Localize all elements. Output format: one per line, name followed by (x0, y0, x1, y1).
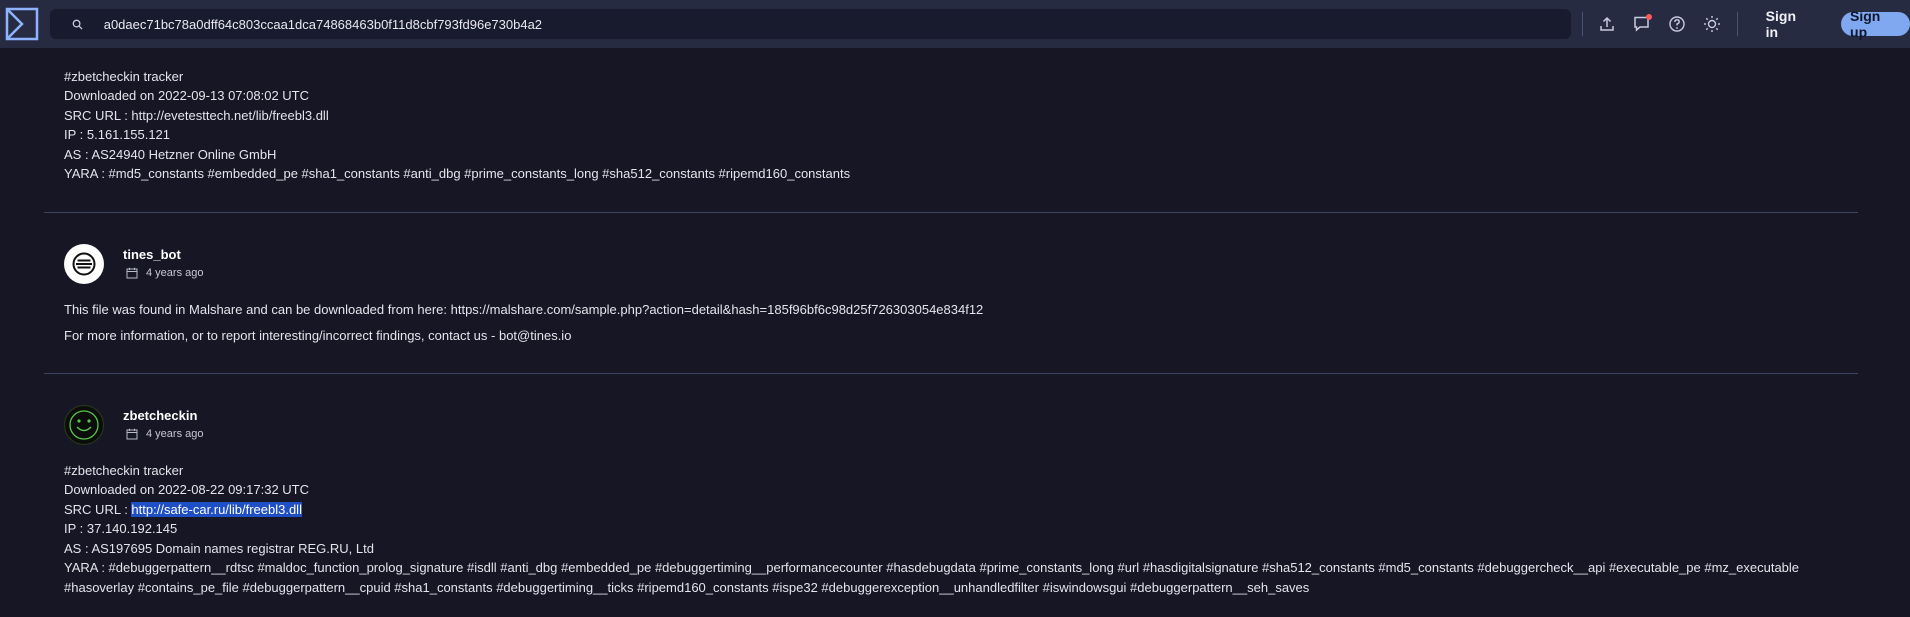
comment-line: Downloaded on 2022-09-13 07:08:02 UTC (64, 88, 310, 103)
avatar[interactable] (64, 405, 104, 445)
comment-line: This file was found in Malshare and can … (64, 302, 984, 317)
sign-in-button[interactable]: Sign in (1766, 8, 1812, 40)
comment-date: 4 years ago (126, 267, 203, 279)
comment-author[interactable]: zbetcheckin (123, 408, 197, 423)
search-box[interactable] (49, 9, 1572, 39)
calendar-icon (126, 428, 138, 440)
upload-icon[interactable] (1596, 13, 1618, 35)
comment-line: AS : AS24940 Hetzner Online GmbH (64, 147, 277, 162)
toolbar-separator (1582, 12, 1584, 36)
virustotal-logo-icon[interactable] (2, 4, 42, 44)
src-url-link[interactable]: http://safe-car.ru/lib/freebl3.dll (131, 502, 302, 517)
tines-logo-icon (72, 252, 96, 276)
help-icon[interactable] (1666, 13, 1688, 35)
comment-line: SRC URL : http://evetesttech.net/lib/fre… (64, 108, 329, 123)
comment-line: Downloaded on 2022-08-22 09:17:32 UTC (64, 482, 310, 497)
comment-line: #zbetcheckin tracker (64, 463, 184, 478)
sign-up-button[interactable]: Sign up (1841, 8, 1910, 40)
comment-line: IP : 37.140.192.145 (64, 521, 178, 536)
toolbar-separator (1736, 12, 1738, 36)
search-input[interactable] (101, 9, 1572, 39)
comment-icon[interactable] (1631, 13, 1653, 35)
comment-time: 4 years ago (146, 428, 204, 440)
smiley-face-icon (69, 410, 99, 440)
comment-author[interactable]: tines_bot (123, 247, 181, 262)
comment-line: #hasoverlay #contains_pe_file #debuggerp… (64, 580, 1310, 595)
comment-line: IP : 5.161.155.121 (64, 127, 171, 142)
search-icon (72, 18, 84, 30)
calendar-icon (126, 267, 138, 279)
src-url-label: SRC URL : (64, 502, 132, 517)
comment-line: #zbetcheckin tracker (64, 69, 184, 84)
notification-dot (1645, 14, 1652, 20)
comment-divider (44, 373, 1858, 374)
src-url-line: SRC URL : http://safe-car.ru/lib/freebl3… (64, 501, 302, 519)
comment-line: YARA : #debuggerpattern__rdtsc #maldoc_f… (64, 560, 1800, 575)
comment-date: 4 years ago (126, 428, 203, 440)
comment-line: For more information, or to report inter… (64, 328, 572, 343)
comment-divider (44, 212, 1858, 213)
comment-line: AS : AS197695 Domain names registrar REG… (64, 541, 374, 556)
theme-sun-icon[interactable] (1701, 13, 1723, 35)
comment-time: 4 years ago (146, 267, 204, 279)
avatar[interactable] (64, 244, 104, 284)
top-bar: Sign in Sign up (0, 0, 1910, 48)
comment-line: YARA : #md5_constants #embedded_pe #sha1… (64, 166, 851, 181)
